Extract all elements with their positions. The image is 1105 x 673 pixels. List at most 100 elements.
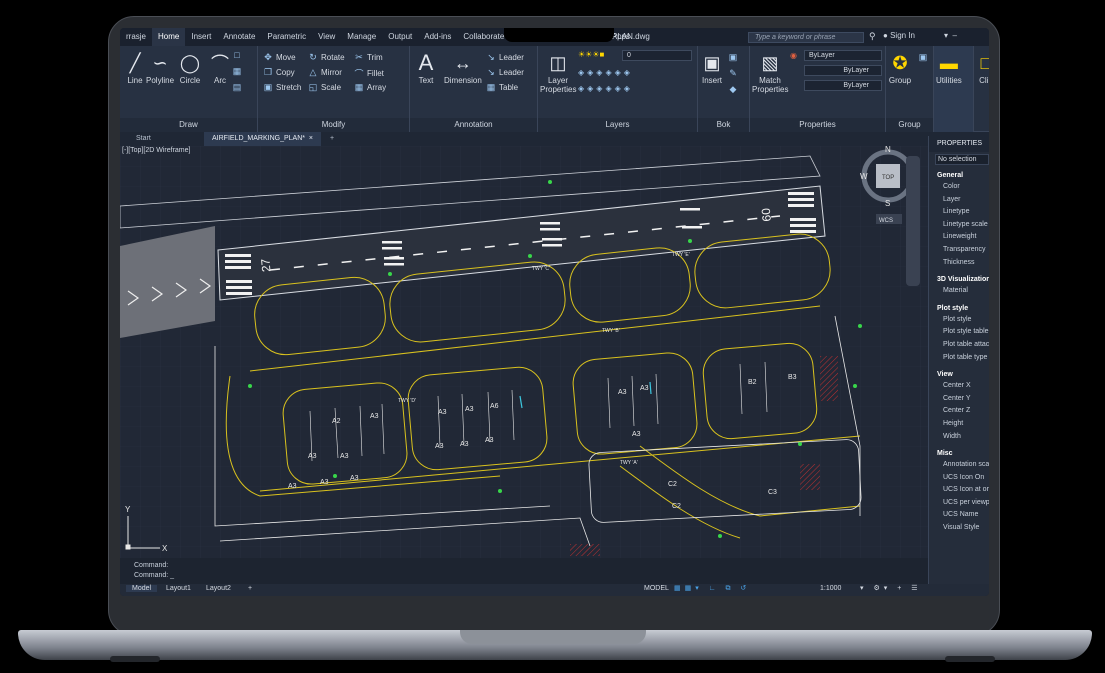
layer-tools-row-1[interactable]: ◈◈◈◈◈◈: [578, 68, 633, 77]
tab-start[interactable]: Start: [136, 132, 151, 146]
prop-item-ucs-icon-at-origin[interactable]: UCS Icon at origin: [929, 484, 989, 497]
prop-item-color[interactable]: Color: [929, 181, 989, 194]
insert-button[interactable]: ▣ Insert: [700, 50, 724, 86]
mirror-button[interactable]: △ Mirror: [308, 67, 342, 78]
stretch-button[interactable]: ▣ Stretch: [263, 82, 302, 93]
viewport-label[interactable]: [-][Top][2D Wireframe]: [122, 147, 190, 154]
prop-item-visual-style[interactable]: Visual Style: [929, 522, 989, 535]
search-input[interactable]: Type a keyword or phrase: [748, 32, 864, 43]
compass-north[interactable]: N: [885, 146, 891, 154]
move-button[interactable]: ✥ Move: [263, 52, 295, 63]
tab-manage[interactable]: Manage: [341, 28, 382, 46]
rectangle-icon[interactable]: □: [232, 50, 242, 60]
tab-insert[interactable]: Insert: [185, 28, 217, 46]
tab-home[interactable]: Home: [152, 28, 186, 46]
line-button[interactable]: ╱ Line: [123, 50, 147, 86]
utilities-button[interactable]: ▬ Utilities: [936, 50, 962, 86]
match-properties-button[interactable]: ▧ Match Properties: [752, 50, 788, 95]
layer-tools-row-2[interactable]: ◈◈◈◈◈◈: [578, 84, 633, 93]
prop-section-misc[interactable]: Misc: [929, 449, 989, 459]
tab-layout1[interactable]: Layout1: [166, 585, 191, 592]
add-layout-button[interactable]: +: [248, 585, 252, 592]
clipboard-button[interactable]: □ Clip: [974, 50, 989, 86]
prop-item-linetype[interactable]: Linetype: [929, 206, 989, 219]
compass-south[interactable]: S: [885, 199, 890, 208]
arc-button[interactable]: ⌒ Arc: [208, 50, 232, 85]
tab-rrasje[interactable]: rrasje: [120, 28, 152, 46]
block-panel-title[interactable]: Bok: [698, 118, 749, 132]
prop-item-plot-style-table[interactable]: Plot style table: [929, 326, 989, 339]
prop-item-transparency[interactable]: Transparency: [929, 244, 989, 257]
table-button[interactable]: ▦ Table: [486, 82, 518, 93]
compass-west[interactable]: W: [860, 172, 868, 181]
prop-section-3d-visualization[interactable]: 3D Visualization: [929, 275, 989, 285]
array-button[interactable]: ▦ Array: [354, 82, 386, 93]
groups-panel-title[interactable]: Group: [886, 118, 933, 132]
prop-item-plot-table-attach[interactable]: Plot table attach: [929, 339, 989, 352]
dimension-button[interactable]: ↔ Dimension: [444, 50, 482, 86]
prop-item-linetype-scale[interactable]: Linetype scale: [929, 219, 989, 232]
tab-layout2[interactable]: Layout2: [206, 585, 231, 592]
hatch-icon[interactable]: ▦: [232, 66, 242, 77]
create-block-icon[interactable]: ▣: [728, 52, 738, 63]
drawing-viewport[interactable]: 27 09 A2 A3 A3 A3 A3 A3 A3 A3 A3 A3 A6 A…: [120, 146, 928, 558]
prop-item-center-z[interactable]: Center Z: [929, 405, 989, 418]
lineweight-dropdown[interactable]: ByLayer: [804, 80, 882, 91]
selection-dropdown[interactable]: No selection: [935, 154, 989, 165]
prop-item-plot-table-type[interactable]: Plot table type: [929, 352, 989, 365]
tab-annotate[interactable]: Annotate: [217, 28, 261, 46]
tab-model[interactable]: Model: [126, 585, 158, 592]
linetype-dropdown[interactable]: ByLayer: [804, 65, 882, 76]
layer-state-icons[interactable]: ☀☀☀■: [578, 50, 604, 59]
tab-airfield-marking-plan[interactable]: AIRFIELD_MARKING_PLAN* ×: [204, 132, 321, 146]
prop-item-ucs-icon-on[interactable]: UCS Icon On: [929, 472, 989, 485]
leader-button-2[interactable]: ↘ Leader: [486, 67, 524, 78]
prop-item-center-y[interactable]: Center Y: [929, 393, 989, 406]
layer-properties-button[interactable]: ◫ Layer Properties: [540, 50, 576, 95]
scale-button[interactable]: ◱ Scale: [308, 82, 341, 93]
viewcube-top[interactable]: TOP: [882, 175, 894, 181]
prop-item-width[interactable]: Width: [929, 431, 989, 444]
annotation-scale[interactable]: 1:1000: [820, 585, 841, 592]
close-tab-icon[interactable]: ×: [309, 135, 313, 142]
tab-view[interactable]: View: [312, 28, 341, 46]
modify-panel-title[interactable]: Modify: [258, 118, 409, 132]
sign-in-button[interactable]: ● Sign In: [883, 31, 915, 40]
search-icon[interactable]: ⚲: [869, 31, 876, 42]
draw-panel-title[interactable]: Draw: [120, 118, 257, 132]
layers-panel-title[interactable]: Layers: [538, 118, 697, 132]
ungroup-icon[interactable]: ▣: [918, 52, 928, 63]
tab-output[interactable]: Output: [382, 28, 418, 46]
tab-parametric[interactable]: Parametric: [261, 28, 312, 46]
prop-section-general[interactable]: General: [929, 171, 989, 181]
command-input[interactable]: Command: _: [134, 572, 174, 579]
prop-item-thickness[interactable]: Thickness: [929, 257, 989, 270]
circle-button[interactable]: ◯ Circle: [178, 50, 202, 86]
prop-section-plot-style[interactable]: Plot style: [929, 304, 989, 314]
copy-button[interactable]: ❐ Copy: [263, 67, 295, 78]
drafting-tools-icons[interactable]: ▦▦▾ ∟ ⧉ ↺: [674, 584, 750, 593]
command-line[interactable]: Command: Command: _: [120, 558, 928, 584]
rotate-button[interactable]: ↻ Rotate: [308, 52, 344, 63]
wcs-button[interactable]: WCS: [879, 218, 893, 224]
group-button[interactable]: ✪ Group: [888, 50, 912, 86]
prop-item-layer[interactable]: Layer: [929, 194, 989, 207]
layer-dropdown[interactable]: 0: [622, 50, 692, 61]
prop-item-material[interactable]: Material: [929, 285, 989, 298]
prop-item-ucs-name[interactable]: UCS Name: [929, 509, 989, 522]
tab-add-ins[interactable]: Add-ins: [418, 28, 457, 46]
window-controls[interactable]: ▾ –: [944, 31, 957, 40]
trim-button[interactable]: ✂ Trim: [354, 52, 382, 63]
workspace-icons[interactable]: ▾ ⚙▾ + ☰: [860, 584, 922, 592]
edit-block-icon[interactable]: ✎: [728, 68, 738, 79]
tab-collaborate[interactable]: Collaborate: [457, 28, 510, 46]
prop-item-annotation-scale[interactable]: Annotation scale: [929, 459, 989, 472]
prop-section-view[interactable]: View: [929, 370, 989, 380]
navigation-bar[interactable]: [906, 156, 920, 286]
color-dropdown[interactable]: ByLayer: [804, 50, 882, 61]
polyline-button[interactable]: ∽ Polyline: [146, 50, 174, 86]
prop-item-plot-style[interactable]: Plot style: [929, 314, 989, 327]
annotation-panel-title[interactable]: Annotation: [410, 118, 537, 132]
fillet-button[interactable]: ⌒ Fillet: [354, 67, 383, 80]
gradient-icon[interactable]: ▤: [232, 82, 242, 93]
